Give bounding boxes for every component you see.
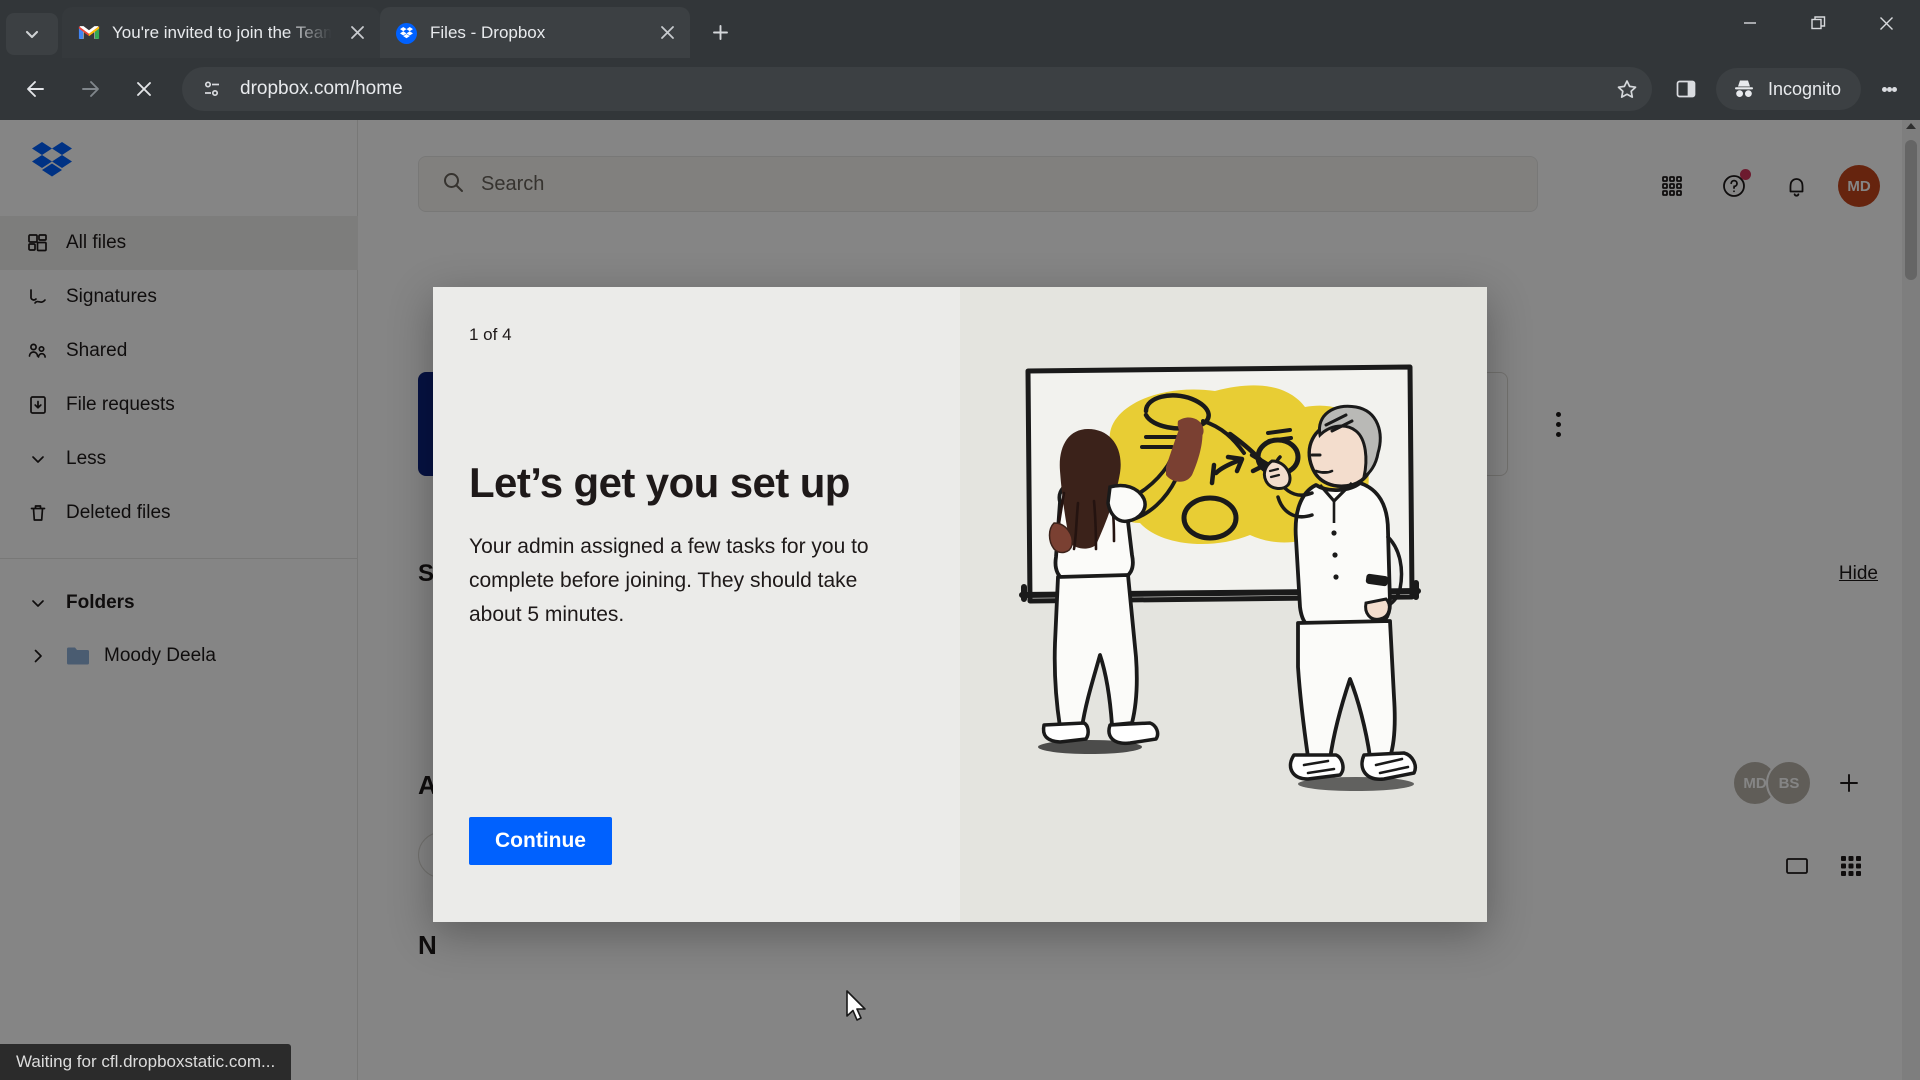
dropbox-icon [396,22,418,44]
close-icon [1879,16,1893,30]
profile-label: Incognito [1768,78,1842,99]
restore-icon [1810,15,1825,29]
forward-arrow-icon [82,81,99,97]
onboarding-modal: 1 of 4 Let’s get you set up Your admin a… [433,287,1487,922]
chrome-tab-strip: You're invited to join the Team Files - … [0,0,1920,58]
close-button[interactable] [1852,0,1920,46]
browser-tab-dropbox[interactable]: Files - Dropbox [380,7,690,58]
side-panel-icon[interactable] [1664,67,1708,111]
url-text: dropbox.com/home [240,78,403,99]
close-icon[interactable] [652,18,682,48]
back-arrow-icon [27,81,44,97]
continue-button[interactable]: Continue [469,817,612,865]
status-bar: Waiting for cfl.dropboxstatic.com... [0,1044,292,1080]
incognito-icon [1735,80,1753,97]
plus-icon [712,24,728,40]
gmail-icon [78,22,100,44]
new-tab-button[interactable] [700,12,740,52]
modal-title: Let’s get you set up [469,459,850,506]
tab-search-button[interactable] [6,13,58,55]
stop-loading-icon [137,82,151,96]
tab-title: Files - Dropbox [430,22,546,42]
browser-window: You're invited to join the Team Files - … [0,0,1920,1080]
toolbar-right-group: Incognito [1662,67,1919,111]
incognito-profile-button[interactable]: Incognito [1716,68,1862,110]
back-button[interactable] [14,67,58,111]
modal-text-pane: 1 of 4 Let’s get you set up Your admin a… [433,287,960,922]
star-icon[interactable] [1608,70,1646,108]
address-bar[interactable]: dropbox.com/home [182,67,1652,111]
mouse-cursor [845,990,869,1029]
minimize-button[interactable] [1716,0,1784,46]
window-controls [1716,0,1920,46]
forward-button[interactable] [68,67,112,111]
chrome-toolbar: dropbox.com/home Incognito [0,58,1920,120]
modal-body-text: Your admin assigned a few tasks for you … [469,535,869,626]
chevron-down-icon [25,30,39,39]
close-icon[interactable] [342,18,372,48]
three-dot-menu-icon[interactable] [1867,67,1911,111]
browser-tab-gmail[interactable]: You're invited to join the Team [62,7,380,58]
stop-loading-button[interactable] [122,67,166,111]
maximize-button[interactable] [1784,0,1852,46]
tab-title: You're invited to join the Team [112,22,336,42]
page-info-icon[interactable] [196,73,228,105]
modal-step-indicator: 1 of 4 [469,325,512,344]
whiteboard-brainstorm-illustration [960,287,1487,922]
